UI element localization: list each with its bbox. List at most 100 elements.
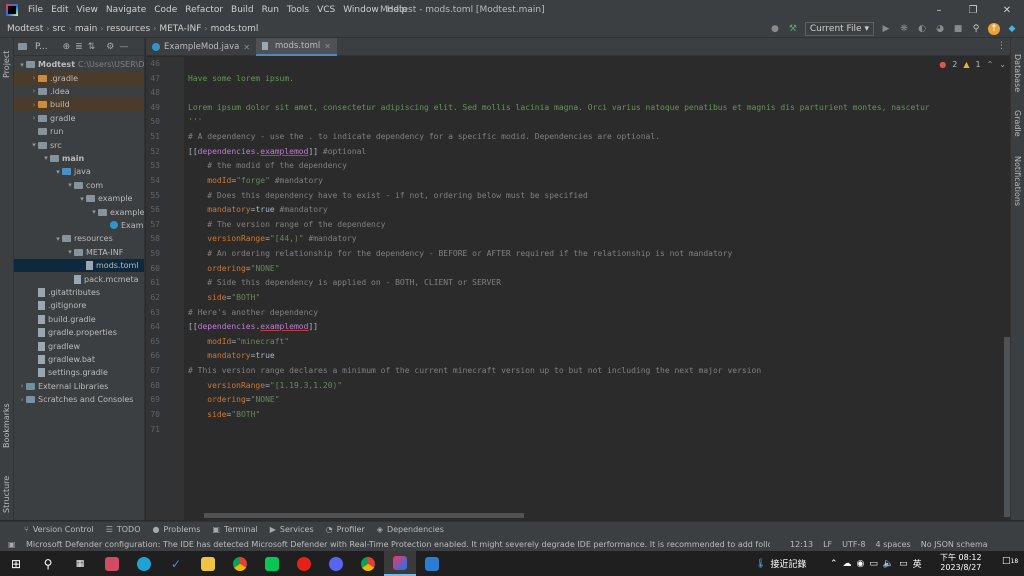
close-tab-icon[interactable]: ✕ [324,42,331,51]
menu-navigate[interactable]: Navigate [102,0,150,20]
breadcrumb-item[interactable]: mods.toml [208,24,262,34]
project-panel-title[interactable]: P... [35,42,48,52]
horizontal-scrollbar[interactable] [204,513,524,518]
tree-item[interactable]: ▾ example [14,192,144,205]
notification-center-button[interactable]: □18 [1002,556,1018,570]
expand-arrow-icon[interactable]: ▾ [18,61,26,69]
taskbar-youtube[interactable] [288,551,320,576]
tree-item[interactable]: ▾ java [14,165,144,178]
taskbar-edge[interactable] [128,551,160,576]
code-line[interactable]: # This version range declares a minimum … [188,366,761,375]
tree-item[interactable]: gradlew.bat [14,353,144,366]
code-line[interactable]: mandatory=true #mandatory [188,205,327,214]
menu-view[interactable]: View [73,0,102,20]
chevron-up-icon[interactable]: ⌃ [987,60,994,69]
line-separator[interactable]: LF [823,540,832,549]
weather-widget[interactable]: 🌡 接近記錄 [755,551,806,576]
expand-arrow-icon[interactable]: › [30,87,38,95]
run-config-select[interactable]: Current File ▾ [804,22,874,36]
code-line[interactable]: modId="minecraft" [188,337,289,346]
expand-arrow-icon[interactable]: › [18,396,26,404]
bookmarks-tool-button[interactable]: Bookmarks [2,403,11,448]
breadcrumb-item[interactable]: src [49,24,68,34]
tab-examplemod-java[interactable]: ExampleMod.java ✕ [146,38,256,56]
hide-panel-icon[interactable]: — [119,42,128,52]
code-line[interactable]: # Side this dependency is applied on - B… [188,278,501,287]
expand-arrow-icon[interactable]: ▾ [90,208,98,216]
json-schema[interactable]: No JSON schema [921,540,988,549]
menu-code[interactable]: Code [150,0,181,20]
tree-item[interactable]: ▾ Modtest C:\Users\USER\D [14,58,144,71]
expand-arrow-icon[interactable]: ▾ [30,141,38,149]
tree-item[interactable]: ▾ resources [14,232,144,245]
tree-item[interactable]: › build [14,98,144,112]
tree-item[interactable]: gradle.properties [14,326,144,339]
toggle-panels-icon[interactable]: ▣ [8,540,16,549]
expand-arrow-icon[interactable]: ▾ [66,248,74,256]
tree-item[interactable]: › Scratches and Consoles [14,393,144,406]
run-icon[interactable]: ▶ [880,23,892,35]
tree-item[interactable]: .gitattributes [14,286,144,299]
tree-item[interactable]: settings.gradle [14,366,144,379]
wifi-icon[interactable]: ◉ [857,559,865,569]
database-tool-button[interactable]: Database [1013,54,1022,92]
ime-indicator[interactable]: 英 [913,557,922,570]
tree-item[interactable]: build.gradle [14,313,144,326]
code-line[interactable]: # The version range of the dependency [188,220,385,229]
expand-arrow-icon[interactable]: › [30,114,38,122]
tree-item[interactable]: ▾ src [14,138,144,151]
expand-arrow-icon[interactable]: › [30,101,38,109]
code-line[interactable]: Lorem ipsum dolor sit amet, consectetur … [188,103,930,112]
tree-item[interactable]: › External Libraries [14,380,144,393]
profile-icon[interactable]: ◕ [934,23,946,35]
code-line[interactable]: # the modid of the dependency [188,161,347,170]
more-tabs-icon[interactable]: ⋮ [997,41,1006,51]
tree-item[interactable]: ▾ META-INF [14,246,144,259]
inspection-status[interactable]: ● 2 ▲ 1 ⌃ ⌄ [939,60,1006,69]
notifications-tool-button[interactable]: Notifications [1013,156,1022,206]
tree-item[interactable]: Exam [14,219,144,232]
expand-arrow-icon[interactable]: ▾ [66,181,74,189]
code-line[interactable]: # An ordering relationship for the depen… [188,249,732,258]
code-line[interactable]: [[dependencies.examplemod]] [188,322,318,331]
taskbar-todo[interactable]: ✓ [160,551,192,576]
tool-window-services[interactable]: ▶ Services [270,525,314,534]
expand-arrow-icon[interactable]: ▾ [42,154,50,162]
gradle-tool-button[interactable]: Gradle [1013,110,1022,137]
tool-window-profiler[interactable]: ◔ Profiler [326,525,365,534]
taskbar-chrome-2[interactable] [352,551,384,576]
code-line[interactable]: versionRange="[1.19.3,1.20)" [188,381,342,390]
clock[interactable]: 下午 08:12 2023/8/27 [940,553,982,573]
taskbar-chrome[interactable] [224,551,256,576]
expand-arrow-icon[interactable]: ▾ [78,195,86,203]
tree-item[interactable]: ▾ com [14,179,144,192]
menu-build[interactable]: Build [227,0,258,20]
code-line[interactable]: Have some lorem ipsum. [188,74,294,83]
expand-arrow-icon[interactable]: ▾ [54,235,62,243]
tree-item[interactable]: mods.toml [14,259,144,273]
caret-position[interactable]: 12:13 [790,540,813,549]
tree-item[interactable]: ▾ main [14,152,144,165]
tool-window-todo[interactable]: ☰ TODO [106,525,141,534]
locate-icon[interactable]: ⊕ [63,42,71,52]
tool-window-version-control[interactable]: ⑂ Version Control [24,525,94,534]
tree-item[interactable]: run [14,125,144,138]
tree-item[interactable]: › .gradle [14,71,144,85]
code-line[interactable]: mandatory=true [188,351,274,360]
expand-all-icon[interactable]: ⇅ [88,42,96,52]
close-tab-icon[interactable]: ✕ [243,43,250,52]
battery-icon[interactable]: ▭ [869,559,878,569]
code-line[interactable]: # Does this dependency have to exist - i… [188,191,588,200]
menu-refactor[interactable]: Refactor [181,0,227,20]
code-line[interactable]: # Here's another dependency [188,308,318,317]
menu-window[interactable]: Window [339,0,383,20]
taskbar-discord[interactable] [320,551,352,576]
user-icon[interactable]: ● [769,23,781,35]
taskbar-line[interactable] [256,551,288,576]
tree-item[interactable]: pack.mcmeta [14,272,144,285]
chevron-up-icon[interactable]: ⌃ [830,559,838,569]
code-line[interactable]: ''' [188,117,202,126]
breadcrumb-item[interactable]: main [72,24,101,34]
search-button[interactable]: ⚲ [32,551,64,576]
code-line[interactable]: [[dependencies.examplemod]] #optional [188,147,366,156]
